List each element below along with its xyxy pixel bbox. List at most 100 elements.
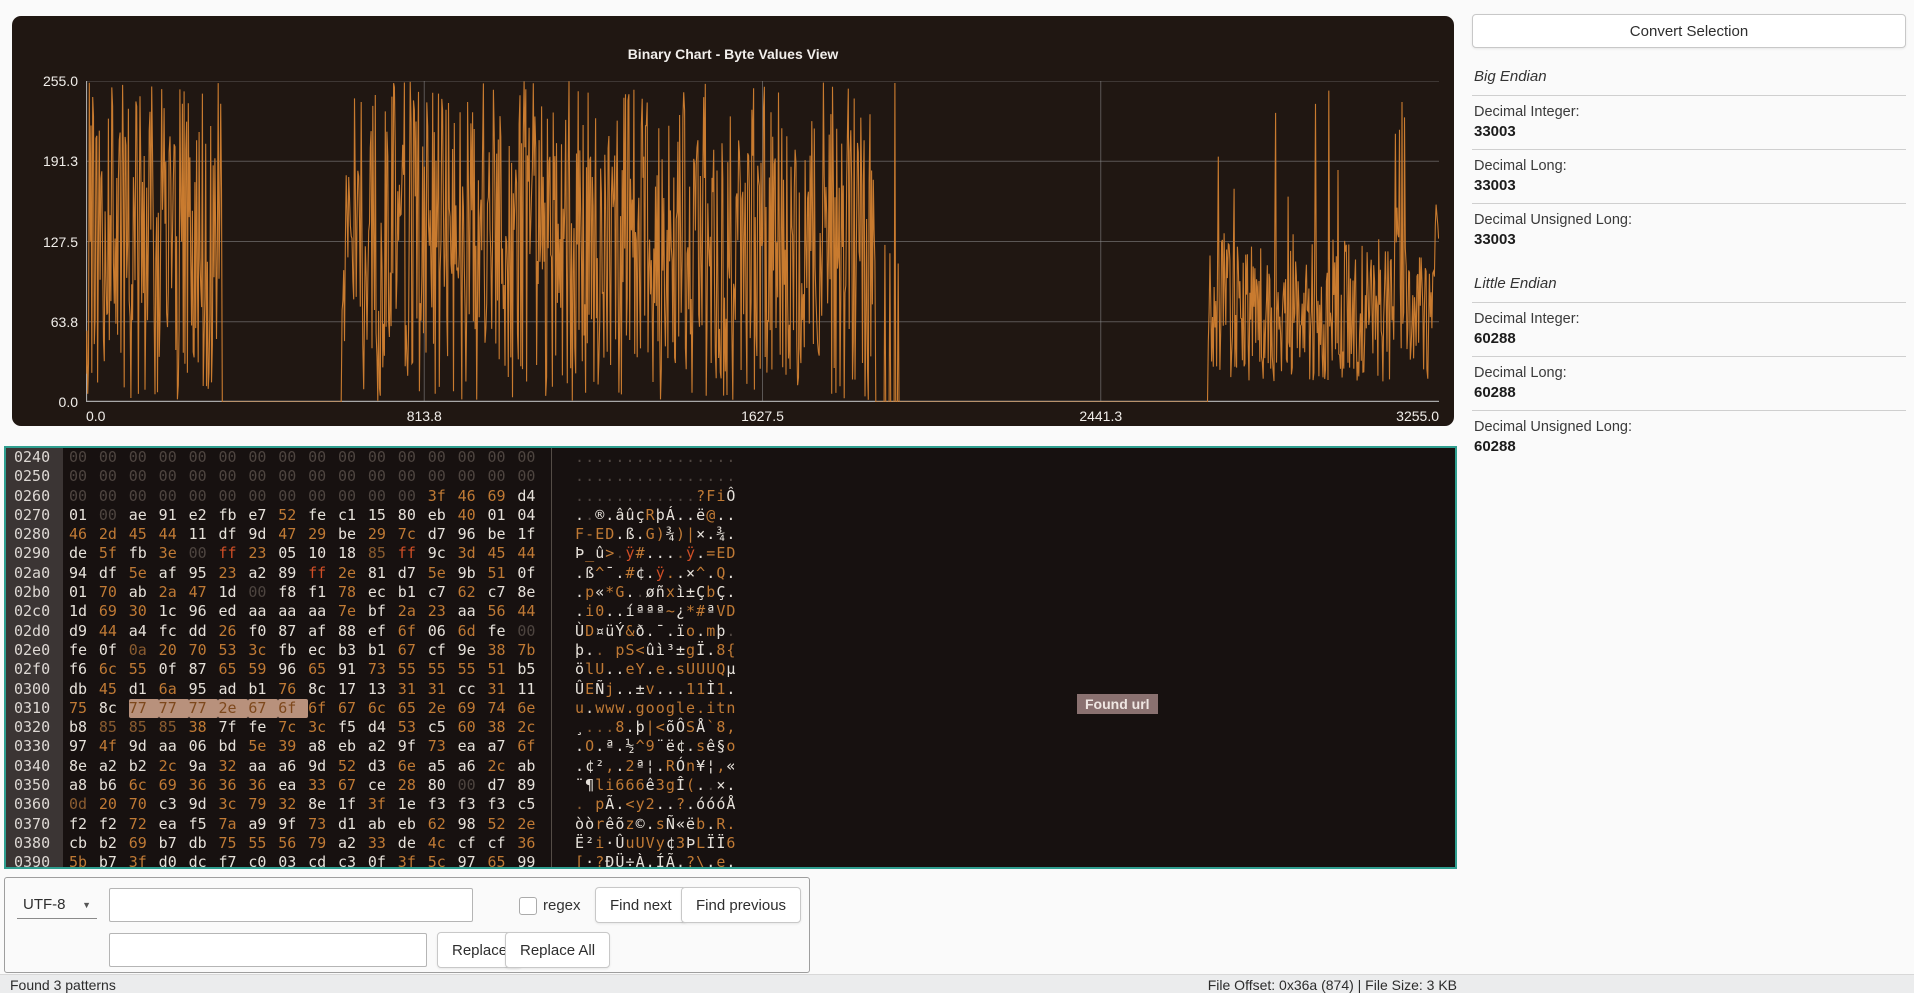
hex-byte[interactable]: 85 (368, 544, 398, 563)
hex-byte[interactable]: 6d (458, 622, 488, 641)
hex-byte[interactable]: 2a (398, 602, 428, 621)
hex-byte[interactable]: cb (69, 834, 99, 853)
hex-byte[interactable]: fe (248, 718, 278, 737)
hex-byte[interactable]: cf (487, 834, 517, 853)
hex-byte[interactable]: 4c (428, 834, 458, 853)
hex-byte[interactable]: 81 (368, 564, 398, 583)
hex-byte[interactable]: 36 (248, 776, 278, 795)
hex-byte[interactable]: 96 (278, 660, 308, 679)
hex-byte[interactable]: fe (487, 622, 517, 641)
hex-byte[interactable]: 0f (99, 641, 129, 660)
hex-byte[interactable]: bf (368, 602, 398, 621)
hex-byte[interactable]: a2 (338, 834, 368, 853)
hex-byte[interactable]: ab (129, 583, 159, 602)
hex-byte[interactable]: 55 (428, 660, 458, 679)
hex-byte[interactable]: 70 (129, 795, 159, 814)
hex-byte[interactable]: 51 (487, 660, 517, 679)
hex-byte[interactable]: 70 (189, 641, 219, 660)
hex-byte[interactable]: cf (428, 641, 458, 660)
hex-byte[interactable]: 59 (248, 660, 278, 679)
hex-byte[interactable]: 73 (368, 660, 398, 679)
hex-byte[interactable]: d9 (69, 622, 99, 641)
hex-byte[interactable]: e2 (189, 506, 219, 525)
hex-byte[interactable]: 00 (218, 448, 248, 467)
hex-byte[interactable]: ea (458, 737, 488, 756)
hex-byte[interactable]: b2 (129, 757, 159, 776)
ascii-column[interactable]: þ.. pS<ûì³±gÏ.8{ (575, 641, 737, 660)
hex-byte[interactable]: 2a (159, 583, 189, 602)
ascii-column[interactable]: ................ (575, 467, 737, 486)
hex-byte[interactable]: 00 (189, 467, 219, 486)
hex-byte[interactable]: 00 (398, 467, 428, 486)
hex-byte[interactable]: 00 (189, 448, 219, 467)
hex-byte[interactable]: df (218, 525, 248, 544)
hex-byte[interactable]: eb (428, 506, 458, 525)
hex-byte[interactable]: 73 (428, 737, 458, 756)
hex-byte[interactable]: 65 (398, 699, 428, 718)
hex-byte[interactable]: 00 (517, 448, 547, 467)
hex-byte[interactable]: 00 (338, 487, 368, 506)
hex-byte[interactable]: 55 (248, 834, 278, 853)
hex-byte[interactable]: 00 (218, 487, 248, 506)
hex-byte[interactable]: 99 (517, 853, 547, 867)
hex-byte[interactable]: 9b (458, 564, 488, 583)
hex-byte[interactable]: af (159, 564, 189, 583)
ascii-column[interactable]: . pÃ.<y2..?.óóóÅ (575, 795, 737, 814)
hex-byte[interactable]: 55 (458, 660, 488, 679)
hex-byte[interactable]: 31 (398, 680, 428, 699)
hex-byte[interactable]: 52 (278, 506, 308, 525)
hex-byte[interactable]: 79 (308, 834, 338, 853)
hex-byte[interactable]: 26 (218, 622, 248, 641)
hex-byte[interactable]: 46 (69, 525, 99, 544)
hex-byte[interactable]: ec (368, 583, 398, 602)
hex-byte[interactable]: de (69, 544, 99, 563)
hex-byte[interactable]: 00 (487, 467, 517, 486)
hex-byte[interactable]: a8 (69, 776, 99, 795)
hex-byte[interactable]: 44 (99, 622, 129, 641)
hex-byte[interactable]: 67 (338, 776, 368, 795)
hex-byte[interactable]: 52 (487, 815, 517, 834)
hex-byte[interactable]: 69 (129, 834, 159, 853)
hex-byte[interactable]: a7 (487, 737, 517, 756)
hex-byte[interactable]: 65 (487, 853, 517, 867)
hex-byte[interactable]: f5 (189, 815, 219, 834)
hex-byte[interactable]: 78 (338, 583, 368, 602)
hex-byte[interactable]: 8c (99, 699, 129, 718)
hex-byte[interactable]: eb (398, 815, 428, 834)
hex-byte[interactable]: 88 (338, 622, 368, 641)
hex-byte[interactable]: eb (338, 737, 368, 756)
hex-byte[interactable]: db (189, 834, 219, 853)
hex-byte[interactable]: f7 (218, 853, 248, 867)
hex-byte[interactable]: f6 (69, 660, 99, 679)
hex-byte[interactable]: 32 (278, 795, 308, 814)
hex-byte[interactable]: d4 (368, 718, 398, 737)
ascii-column[interactable]: òòrêõz©.sÑ«ëb.R. (575, 815, 737, 834)
hex-byte[interactable]: 91 (338, 660, 368, 679)
hex-byte[interactable]: 00 (278, 448, 308, 467)
hex-byte[interactable]: 23 (248, 544, 278, 563)
hex-byte[interactable]: 00 (487, 448, 517, 467)
hex-byte[interactable]: 40 (458, 506, 488, 525)
hex-byte[interactable]: 11 (189, 525, 219, 544)
hex-byte[interactable]: df (99, 564, 129, 583)
hex-byte[interactable]: 23 (428, 602, 458, 621)
hex-byte[interactable]: 75 (69, 699, 99, 718)
hex-byte[interactable]: c0 (248, 853, 278, 867)
hex-byte[interactable]: 74 (487, 699, 517, 718)
hex-byte[interactable]: 00 (248, 583, 278, 602)
hex-byte[interactable]: 97 (69, 737, 99, 756)
hex-byte[interactable]: 87 (189, 660, 219, 679)
hex-byte[interactable]: 00 (398, 487, 428, 506)
hex-byte[interactable]: 47 (278, 525, 308, 544)
ascii-column[interactable]: .p«*G..øñxì±ÇbÇ. (575, 583, 737, 602)
hex-byte[interactable]: fb (278, 641, 308, 660)
hex-byte[interactable]: 30 (129, 602, 159, 621)
hex-byte[interactable]: 00 (458, 448, 488, 467)
hex-byte[interactable]: dd (189, 622, 219, 641)
hex-byte[interactable]: 3c (218, 795, 248, 814)
hex-byte[interactable]: c7 (487, 583, 517, 602)
hex-byte[interactable]: 76 (278, 680, 308, 699)
hex-byte[interactable]: 69 (159, 776, 189, 795)
hex-byte[interactable]: 01 (487, 506, 517, 525)
hex-byte[interactable]: 33 (308, 776, 338, 795)
